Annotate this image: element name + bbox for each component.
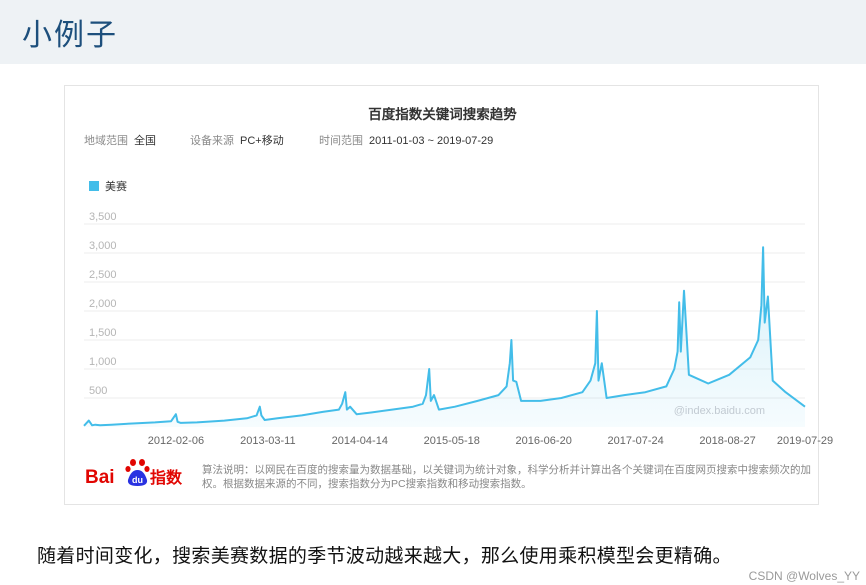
caption-text: 随着时间变化，搜索美赛数据的季节波动越来越大，那么使用乘积模型会更精确。 [37, 545, 732, 567]
baidu-index-logo: Bai du 指数 [85, 459, 183, 488]
x-tick-label: 2013-03-11 [240, 435, 295, 447]
header-bar: 小例子 [0, 0, 866, 64]
logo-index-text: 指数 [150, 468, 183, 487]
x-tick-label: 2017-07-24 [607, 435, 663, 447]
csdn-watermark: CSDN @Wolves_YY [748, 569, 860, 583]
chart-watermark: @index.baidu.com [674, 405, 765, 417]
chart-plot: @index.baidu.com 500 1,000 1,500 2,000 2,500… [83, 211, 833, 447]
y-tick-label: 3,500 [89, 211, 117, 223]
chart-card: 百度指数关键词搜索趋势 地域范围 全国 设备来源 PC+移动 时间范围 2011-01… [64, 85, 833, 505]
page-title: 小例子 [22, 18, 118, 53]
x-tick-label: 2016-06-20 [516, 435, 572, 447]
y-tick-label: 2,500 [89, 269, 117, 281]
y-tick-label: 2,000 [89, 298, 117, 310]
logo-bai-text: Bai [85, 467, 115, 488]
x-tick-label: 2015-05-18 [424, 435, 480, 447]
y-tick-label: 500 [89, 385, 107, 397]
x-tick-label: 2014-04-14 [332, 435, 388, 447]
logo-du-text: du [132, 475, 143, 485]
y-tick-label: 1,000 [89, 356, 117, 368]
x-tick-label: 2012-02-06 [148, 435, 204, 447]
series-area-meisai [84, 247, 805, 427]
x-tick-label: 2018-08-27 [699, 435, 755, 447]
y-tick-label: 3,000 [89, 240, 117, 252]
y-tick-label: 1,500 [89, 327, 117, 339]
algorithm-note: 算法说明：以网民在百度的搜索量为数据基础，以关键词为统计对象，科学分析并计算出各… [202, 464, 811, 490]
x-tick-label: 2019-07-29 [777, 435, 833, 447]
